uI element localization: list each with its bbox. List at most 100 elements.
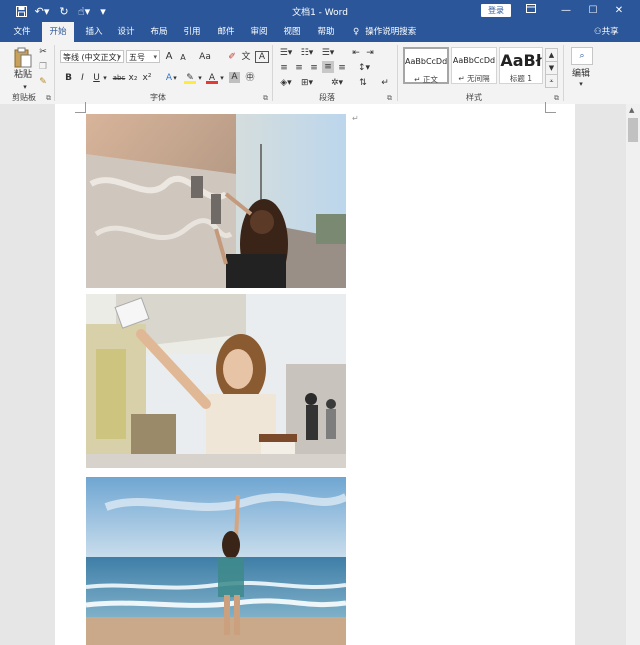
- superscript-icon[interactable]: x²: [142, 72, 152, 84]
- character-border-icon[interactable]: A: [255, 51, 269, 63]
- highlight-dropdown-icon[interactable]: ▾: [197, 72, 203, 84]
- tab-home[interactable]: 开始: [42, 22, 74, 42]
- save-icon[interactable]: [14, 4, 28, 18]
- bullets-icon[interactable]: ☰▾: [278, 47, 294, 59]
- change-case-icon[interactable]: Aa: [196, 51, 214, 63]
- font-size-combo[interactable]: 五号 ▾: [126, 50, 160, 63]
- share-button[interactable]: ⚇共享: [594, 22, 619, 42]
- style-normal[interactable]: AaBbCcDd ↵ 正文: [403, 47, 449, 84]
- font-color-dropdown-icon[interactable]: ▾: [219, 72, 225, 84]
- tab-help[interactable]: 帮助: [312, 22, 340, 42]
- document-page[interactable]: ↵: [55, 102, 575, 645]
- copy-icon[interactable]: ❐: [37, 61, 49, 73]
- separator: [54, 45, 55, 101]
- highlight-icon[interactable]: ✎: [184, 72, 196, 84]
- maximize-icon[interactable]: ☐: [582, 2, 604, 20]
- numbering-icon[interactable]: ☷▾: [299, 47, 315, 59]
- separator: [563, 45, 564, 101]
- login-button[interactable]: 登录: [481, 4, 511, 17]
- shrink-font-icon[interactable]: A: [178, 52, 188, 64]
- align-center-icon[interactable]: ≡: [293, 62, 305, 74]
- tab-layout[interactable]: 布局: [145, 22, 173, 42]
- person-icon: ⚇: [594, 27, 602, 37]
- align-right-icon[interactable]: ≡: [308, 62, 320, 74]
- cut-icon[interactable]: ✂: [37, 46, 49, 58]
- italic-icon[interactable]: I: [78, 72, 87, 84]
- street-photo[interactable]: [86, 114, 346, 288]
- decrease-indent-icon[interactable]: ⇤: [350, 47, 362, 59]
- align-left-icon[interactable]: ≡: [278, 62, 290, 74]
- shading-icon[interactable]: ◈▾: [278, 77, 294, 89]
- title-bar: ↶▾ ↻ ☝▾ ▾ 文档1 - Word 登录 — ☐ ✕: [0, 0, 640, 22]
- tab-references[interactable]: 引用: [178, 22, 206, 42]
- multilevel-list-icon[interactable]: ☰▾: [320, 47, 336, 59]
- tab-design[interactable]: 设计: [112, 22, 140, 42]
- redo-icon[interactable]: ↻: [57, 4, 71, 18]
- tab-review[interactable]: 审阅: [245, 22, 273, 42]
- chevron-down-icon: ▾: [153, 53, 157, 61]
- styles-group-label: 样式: [466, 93, 482, 102]
- clear-formatting-icon[interactable]: ✐: [226, 51, 238, 63]
- tell-me-search[interactable]: ♀ 操作说明搜索: [353, 22, 416, 42]
- style-name: ↵ 正文: [414, 75, 438, 84]
- style-no-spacing[interactable]: AaBbCcDd ↵ 无间隔: [451, 47, 497, 84]
- underline-icon[interactable]: U: [92, 72, 101, 84]
- increase-indent-icon[interactable]: ⇥: [364, 47, 376, 59]
- style-preview: AaBł: [500, 51, 542, 70]
- font-color-icon[interactable]: A: [206, 72, 218, 84]
- chinese-layout-icon[interactable]: ✲▾: [328, 77, 346, 89]
- paste-icon[interactable]: [12, 47, 34, 69]
- ribbon-display-options-icon[interactable]: [520, 2, 542, 20]
- phonetic-guide-icon[interactable]: 文: [240, 51, 252, 63]
- show-marks-icon[interactable]: ↵: [380, 77, 390, 89]
- justify-icon[interactable]: ≡: [322, 61, 334, 73]
- scroll-up-icon[interactable]: ▲: [629, 106, 634, 114]
- strikethrough-icon[interactable]: abc: [112, 72, 126, 84]
- tab-file[interactable]: 文件: [8, 22, 36, 42]
- styles-more-icon[interactable]: ⩡: [545, 74, 558, 88]
- font-name-value: 等线 (中文正文): [63, 53, 120, 62]
- paragraph-launcher-icon[interactable]: ⧉: [387, 94, 392, 103]
- font-launcher-icon[interactable]: ⧉: [263, 94, 268, 103]
- subscript-icon[interactable]: x₂: [128, 72, 138, 84]
- styles-scroll-up-icon[interactable]: ▲: [545, 48, 558, 62]
- tab-insert[interactable]: 插入: [80, 22, 108, 42]
- tab-mailings[interactable]: 邮件: [212, 22, 240, 42]
- beach-photo[interactable]: [86, 477, 346, 645]
- customize-toolbar-icon[interactable]: ▾: [96, 4, 110, 18]
- ribbon-tabs: 文件 开始 插入 设计 布局 引用 邮件 审阅 视图 帮助 ♀ 操作说明搜索 ⚇共…: [0, 22, 640, 42]
- vertical-scrollbar[interactable]: ▲: [626, 104, 640, 645]
- chevron-down-icon: ▾: [117, 53, 121, 61]
- clipboard-launcher-icon[interactable]: ⧉: [46, 94, 51, 103]
- font-group-label: 字体: [150, 93, 166, 102]
- bold-icon[interactable]: B: [64, 72, 73, 84]
- borders-icon[interactable]: ⊞▾: [299, 77, 315, 89]
- lightbulb-icon: ♀: [353, 27, 360, 37]
- line-spacing-icon[interactable]: ↕▾: [355, 62, 373, 74]
- search-icon[interactable]: ⌕: [571, 47, 593, 65]
- text-effects-dropdown-icon[interactable]: ▾: [172, 72, 178, 84]
- enclose-characters-icon[interactable]: ㊥: [244, 72, 256, 84]
- separator: [397, 45, 398, 101]
- editing-dropdown-icon[interactable]: ▾: [577, 78, 585, 90]
- character-shading-icon[interactable]: A: [229, 72, 240, 83]
- undo-icon[interactable]: ↶▾: [33, 4, 51, 18]
- format-painter-icon[interactable]: ✎: [37, 76, 49, 88]
- touch-mode-icon[interactable]: ☝▾: [76, 4, 92, 18]
- distributed-icon[interactable]: ≡: [336, 62, 348, 74]
- style-name: 标题 1: [509, 74, 533, 83]
- underline-dropdown-icon[interactable]: ▾: [102, 72, 108, 84]
- grow-font-icon[interactable]: A: [164, 51, 174, 63]
- close-icon[interactable]: ✕: [608, 2, 630, 20]
- paste-label[interactable]: 粘贴: [10, 69, 36, 81]
- style-preview: AaBbCcDd: [452, 56, 496, 65]
- scroll-thumb[interactable]: [628, 118, 638, 142]
- selfie-photo[interactable]: [86, 294, 346, 468]
- sort-icon[interactable]: ⇅: [356, 77, 370, 89]
- tab-view[interactable]: 视图: [278, 22, 306, 42]
- style-heading-1[interactable]: AaBł 标题 1: [499, 47, 543, 84]
- styles-scroll-down-icon[interactable]: ▼: [545, 61, 558, 75]
- minimize-icon[interactable]: —: [555, 2, 577, 20]
- tell-me-label: 操作说明搜索: [365, 27, 417, 37]
- font-name-combo[interactable]: 等线 (中文正文) ▾: [60, 50, 124, 63]
